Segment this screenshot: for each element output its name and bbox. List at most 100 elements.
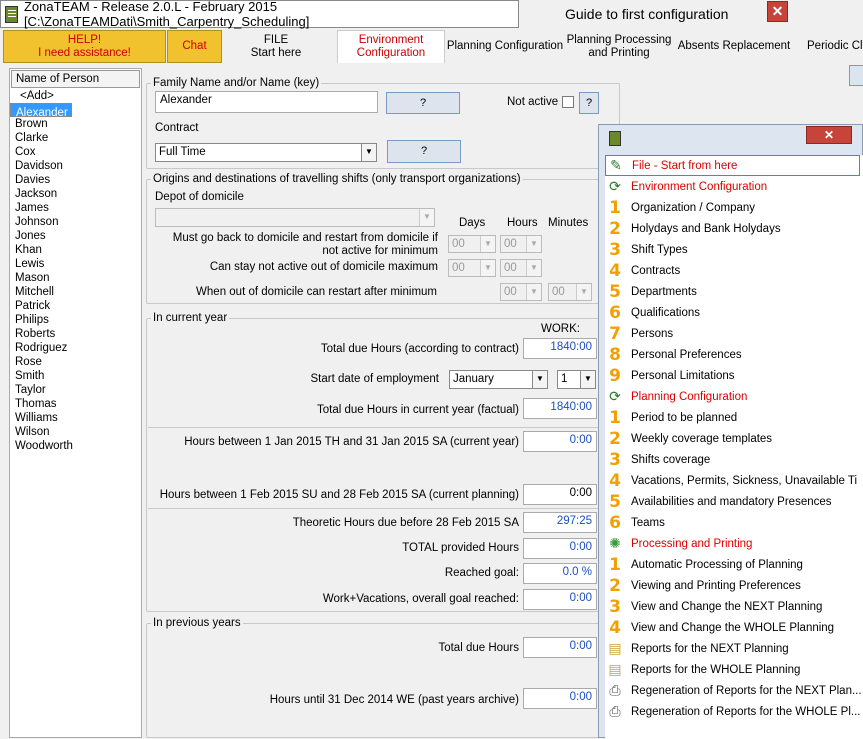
depot-label: Depot of domicile [155, 191, 244, 203]
chevron-down-icon: ▼ [480, 260, 495, 276]
list-item[interactable]: Jackson [10, 187, 141, 201]
guide-item[interactable]: 2 Viewing and Printing Preferences [605, 575, 863, 596]
travel-restart-minutes[interactable]: 00 ▼ [548, 283, 592, 301]
list-item[interactable]: Clarke [10, 131, 141, 145]
list-item[interactable]: Smith [10, 369, 141, 383]
start-month-select[interactable]: January ▼ [449, 370, 548, 389]
divider [148, 508, 598, 509]
guide-item[interactable]: 2 Weekly coverage templates [605, 428, 863, 449]
list-item[interactable]: Patrick [10, 299, 141, 313]
guide-item-label: Personal Limitations [631, 369, 735, 382]
list-item[interactable]: Davies [10, 173, 141, 187]
guide-item[interactable]: 2 Holydays and Bank Holydays [605, 218, 863, 239]
guide-item[interactable]: 4 Contracts [605, 260, 863, 281]
list-item[interactable]: Philips [10, 313, 141, 327]
list-item[interactable]: Wilson [10, 425, 141, 439]
list-item[interactable]: Johnson [10, 215, 141, 229]
list-item[interactable]: Lewis [10, 257, 141, 271]
overall-field[interactable]: 0:00 [523, 589, 597, 610]
travel-max-hours-value: 00 [504, 262, 517, 274]
travel-restart-hours[interactable]: 00 ▼ [500, 283, 542, 301]
list-item[interactable]: Roberts [10, 327, 141, 341]
guide-item[interactable]: 5 Departments [605, 281, 863, 302]
person-list-header[interactable]: Name of Person [11, 70, 140, 88]
close-icon[interactable]: ✕ [806, 126, 852, 144]
list-item[interactable]: Jones [10, 229, 141, 243]
contract-select[interactable]: Full Time ▼ [155, 143, 377, 162]
guide-item[interactable]: 9 Personal Limitations [605, 365, 863, 386]
travel-max-hours[interactable]: 00 ▼ [500, 259, 542, 277]
prev-total-due-field[interactable]: 0:00 [523, 637, 597, 658]
list-item[interactable]: Alexander [10, 103, 72, 119]
total-factual-field[interactable]: 1840:00 [523, 398, 597, 419]
list-item[interactable]: Thomas [10, 397, 141, 411]
tab-file[interactable]: FILE Start here [226, 30, 326, 63]
contract-help-button[interactable]: ? [387, 140, 461, 163]
theoretic-field[interactable]: 297:25 [523, 512, 597, 533]
guide-item[interactable]: 8 Personal Preferences [605, 344, 863, 365]
person-list[interactable]: Name of Person <Add>AlexanderAshleyBrown… [9, 68, 142, 738]
guide-item[interactable]: 4 View and Change the WHOLE Planning [605, 617, 863, 638]
until-field[interactable]: 0:00 [523, 688, 597, 709]
guide-item[interactable]: ✎ File - Start from here [605, 155, 860, 176]
not-active-checkbox[interactable] [562, 96, 574, 108]
tab-environment-configuration[interactable]: Environment Configuration [337, 30, 445, 63]
depot-select[interactable]: ▼ [155, 208, 435, 227]
tab-periodic-closing[interactable]: Periodic Clo [797, 30, 863, 63]
guide-item[interactable]: 3 Shifts coverage [605, 449, 863, 470]
guide-item[interactable]: ⎙ Regeneration of Reports for the NEXT Pl… [605, 680, 863, 701]
tab-planning-configuration[interactable]: Planning Configuration [446, 30, 564, 63]
list-item[interactable]: Cox [10, 145, 141, 159]
guide-item[interactable]: ▤ Reports for the NEXT Planning [605, 638, 863, 659]
travel-max-days[interactable]: 00 ▼ [448, 259, 496, 277]
hours-jan-field[interactable]: 0:00 [523, 431, 597, 452]
list-item[interactable]: Mitchell [10, 285, 141, 299]
list-item[interactable]: Rodriguez [10, 341, 141, 355]
name-help-button[interactable]: ? [386, 92, 460, 114]
guide-item-label: Contracts [631, 264, 681, 277]
guide-item[interactable]: 6 Teams [605, 512, 863, 533]
guide-item[interactable]: ✺ Processing and Printing [605, 533, 863, 554]
tab-help[interactable]: HELP! I need assistance! [3, 30, 166, 63]
guide-item[interactable]: 1 Automatic Processing of Planning [605, 554, 863, 575]
guide-item[interactable]: 7 Persons [605, 323, 863, 344]
list-item[interactable]: Rose [10, 355, 141, 369]
guide-item[interactable]: ⎙ Regeneration of Reports for the WHOLE P… [605, 701, 863, 722]
list-item[interactable]: Williams [10, 411, 141, 425]
list-item[interactable]: Taylor [10, 383, 141, 397]
provided-field[interactable]: 0:00 [523, 538, 597, 559]
start-day-select[interactable]: 1 ▼ [557, 370, 596, 389]
list-item[interactable]: Woodworth [10, 439, 141, 453]
list-item[interactable]: Davidson [10, 159, 141, 173]
guide-item[interactable]: 3 View and Change the NEXT Planning [605, 596, 863, 617]
guide-item[interactable]: ▤ Reports for the WHOLE Planning [605, 659, 863, 680]
guide-item[interactable]: ⟳ Planning Configuration [605, 386, 863, 407]
name-field[interactable]: Alexander [155, 91, 378, 113]
guide-item[interactable]: 4 Vacations, Permits, Sickness, Unavailab… [605, 470, 863, 491]
guide-item[interactable]: 1 Organization / Company [605, 197, 863, 218]
travel-min-days[interactable]: 00 ▼ [448, 235, 496, 253]
reached-field[interactable]: 0.0 % [523, 563, 597, 584]
list-item[interactable]: Mason [10, 271, 141, 285]
close-icon[interactable]: ✕ [767, 1, 788, 22]
guide-item-label: Viewing and Printing Preferences [631, 579, 801, 592]
guide-item[interactable]: 1 Period to be planned [605, 407, 863, 428]
travel-min-hours[interactable]: 00 ▼ [500, 235, 542, 253]
partial-button[interactable] [849, 65, 863, 86]
chevron-down-icon: ▼ [419, 209, 434, 226]
list-item[interactable]: Khan [10, 243, 141, 257]
total-due-field[interactable]: 1840:00 [523, 338, 597, 359]
main-tabs: HELP! I need assistance! Chat FILE Start… [0, 30, 863, 63]
guide-item[interactable]: 3 Shift Types [605, 239, 863, 260]
not-active-help-button[interactable]: ? [579, 92, 599, 114]
tab-absents-replacement[interactable]: Absents Replacement [675, 30, 793, 63]
guide-item[interactable]: 5 Availabilities and mandatory Presences [605, 491, 863, 512]
list-item[interactable]: James [10, 201, 141, 215]
guide-item[interactable]: 6 Qualifications [605, 302, 863, 323]
tab-chat[interactable]: Chat [167, 30, 222, 63]
guide-item[interactable]: ⟳ Environment Configuration [605, 176, 863, 197]
add-person-item[interactable]: <Add> [10, 89, 141, 103]
hours-feb-field[interactable]: 0:00 [523, 484, 597, 505]
tab-planning-processing[interactable]: Planning Processing and Printing [565, 30, 673, 63]
step-number: 3 [609, 239, 621, 260]
